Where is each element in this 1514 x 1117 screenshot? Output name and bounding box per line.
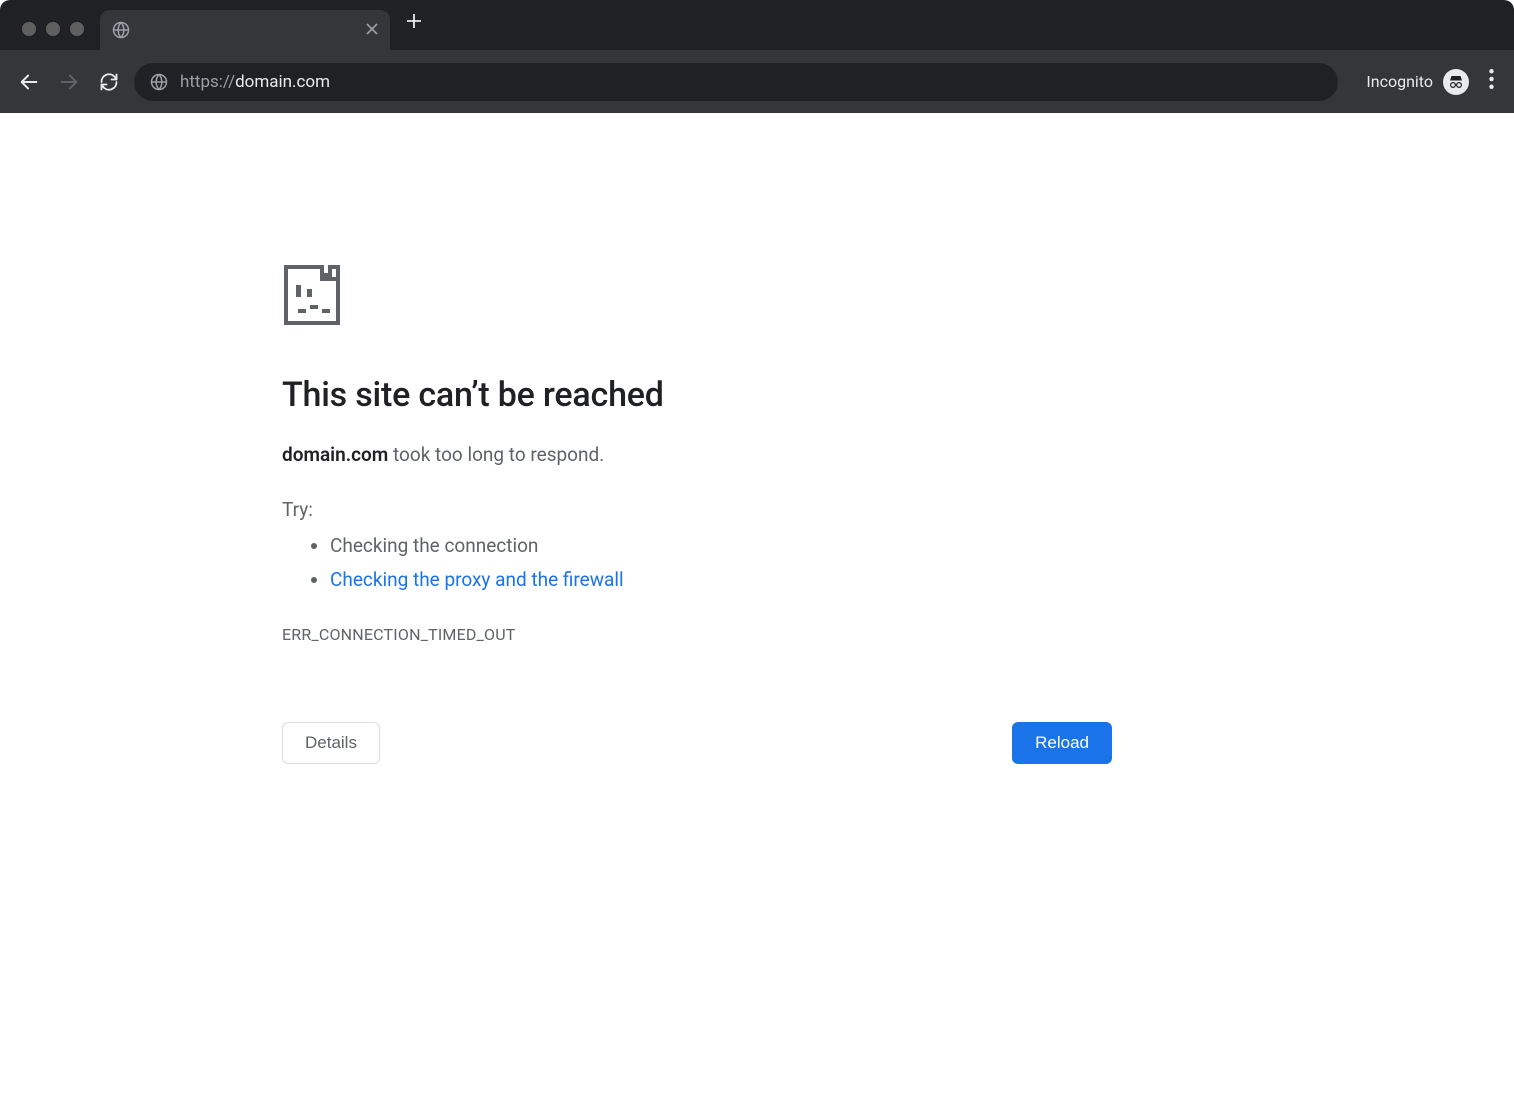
- browser-chrome: https://domain.com Incognito: [0, 0, 1514, 113]
- incognito-label: Incognito: [1366, 72, 1433, 91]
- back-button[interactable]: [14, 67, 44, 97]
- error-code: ERR_CONNECTION_TIMED_OUT: [282, 625, 1112, 644]
- maximize-window-button[interactable]: [70, 22, 84, 36]
- suggestion-list: Checking the connection Checking the pro…: [282, 529, 1112, 597]
- reload-nav-button[interactable]: [94, 67, 124, 97]
- suggestion-item: Checking the connection: [330, 529, 1112, 563]
- details-button[interactable]: Details: [282, 722, 380, 764]
- url-host: domain.com: [235, 72, 330, 92]
- incognito-indicator[interactable]: Incognito: [1348, 69, 1469, 95]
- error-subtitle-suffix: took too long to respond.: [388, 443, 604, 466]
- reload-button[interactable]: Reload: [1012, 722, 1112, 764]
- try-label: Try:: [282, 498, 1112, 521]
- browser-tab[interactable]: [100, 10, 390, 50]
- forward-button[interactable]: [54, 67, 84, 97]
- globe-icon: [112, 21, 130, 39]
- suggestion-text: Checking the connection: [330, 534, 538, 557]
- error-host: domain.com: [282, 443, 388, 466]
- suggestion-item: Checking the proxy and the firewall: [330, 563, 1112, 597]
- incognito-icon: [1443, 69, 1469, 95]
- window-traffic-lights: [12, 22, 94, 50]
- browser-menu-button[interactable]: [1479, 69, 1500, 94]
- site-info-icon[interactable]: [150, 73, 168, 91]
- sad-page-icon: [282, 263, 1112, 331]
- minimize-window-button[interactable]: [46, 22, 60, 36]
- browser-toolbar: https://domain.com Incognito: [0, 50, 1514, 113]
- action-button-row: Details Reload: [282, 722, 1112, 764]
- proxy-firewall-link[interactable]: Checking the proxy and the firewall: [330, 568, 624, 591]
- tab-strip: [0, 0, 1514, 50]
- new-tab-button[interactable]: [390, 10, 438, 41]
- error-interstitial: This site can’t be reached domain.com to…: [282, 263, 1112, 764]
- url-protocol: https://: [180, 72, 235, 92]
- close-tab-button[interactable]: [366, 21, 378, 39]
- address-bar[interactable]: https://domain.com: [134, 63, 1338, 101]
- error-subtitle: domain.com took too long to respond.: [282, 443, 1112, 466]
- close-window-button[interactable]: [22, 22, 36, 36]
- page-content: This site can’t be reached domain.com to…: [0, 113, 1514, 764]
- error-title: This site can’t be reached: [282, 375, 1112, 415]
- url-text: https://domain.com: [180, 72, 330, 92]
